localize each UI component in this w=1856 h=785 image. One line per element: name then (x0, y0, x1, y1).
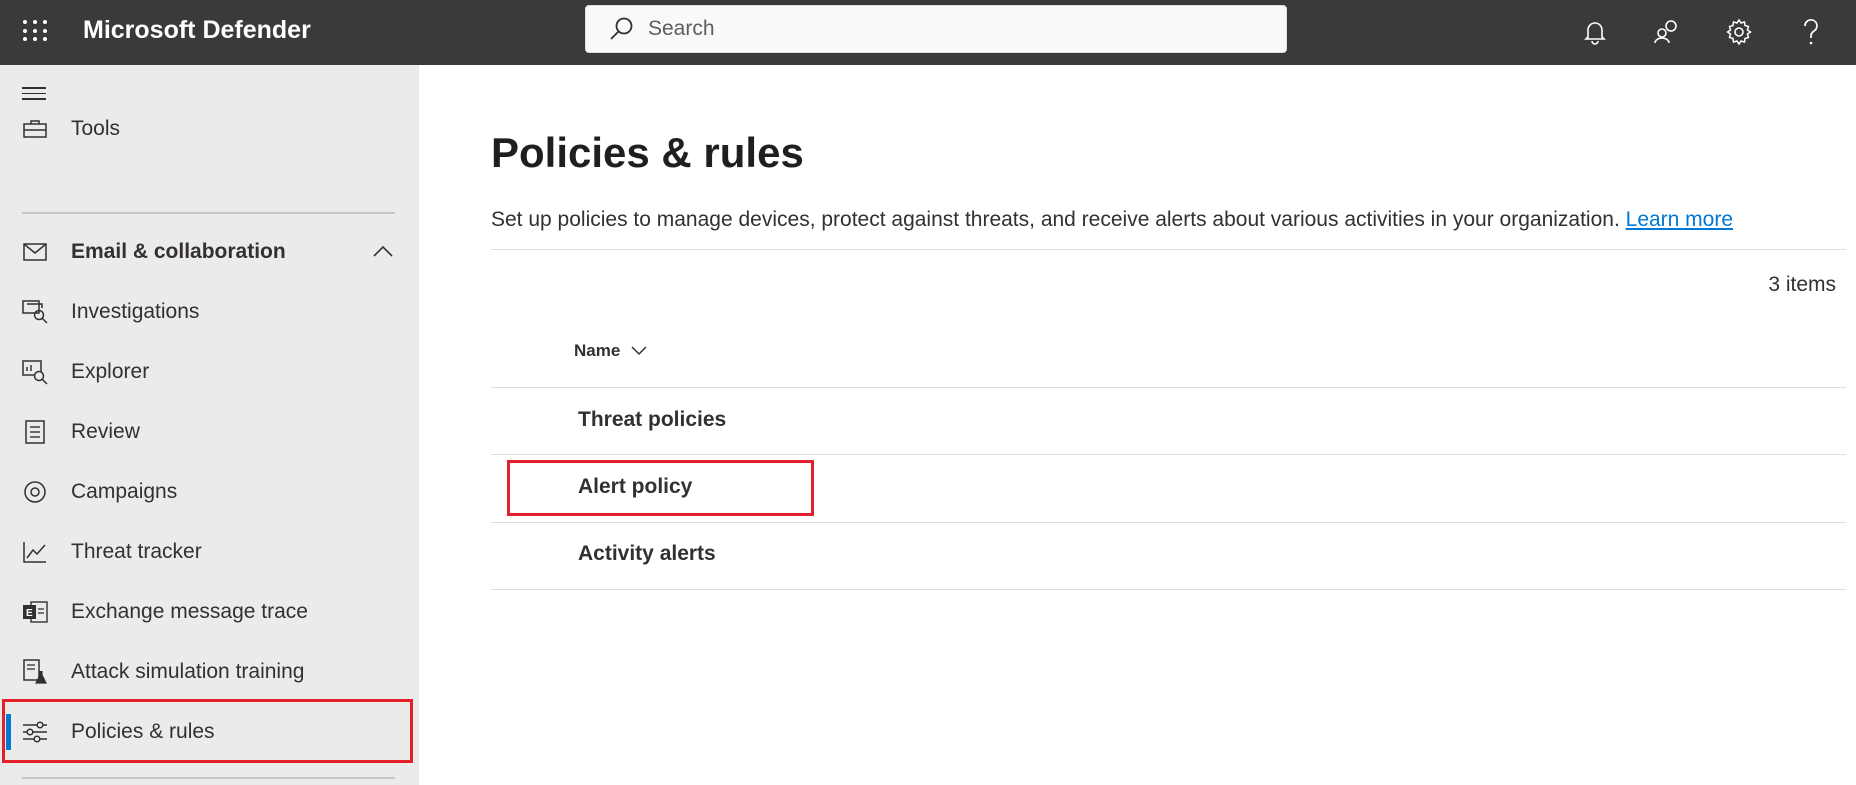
table-row[interactable]: Activity alerts (491, 522, 1846, 589)
learn-more-link[interactable]: Learn more (1626, 208, 1733, 231)
sidebar-group-email-collaboration[interactable]: Email & collaboration (0, 226, 419, 278)
page-title: Policies & rules (491, 129, 804, 176)
row-divider (491, 589, 1846, 590)
sidebar-group-label: Email & collaboration (71, 240, 286, 263)
search-icon (610, 17, 633, 40)
gear-icon[interactable] (1719, 12, 1759, 52)
chevron-up-icon[interactable] (372, 244, 394, 258)
sidebar-item-label: Review (71, 420, 140, 443)
active-indicator (6, 714, 11, 750)
column-header-label: Name (574, 341, 621, 360)
sidebar-item-label: Exchange message trace (71, 600, 308, 623)
chevron-down-icon (631, 346, 647, 356)
table-row[interactable]: Alert policy (491, 455, 1846, 522)
sidebar-item-explorer[interactable]: Explorer (0, 346, 419, 398)
sidebar-item-label: Threat tracker (71, 540, 202, 563)
search-box[interactable] (585, 5, 1287, 53)
target-icon (22, 479, 48, 505)
svg-text:E: E (26, 608, 33, 619)
review-icon (22, 419, 48, 445)
item-count: 3 items (1768, 273, 1836, 296)
sidebar-item-label: Tools (71, 117, 121, 140)
toolbox-icon (22, 116, 48, 142)
investigation-icon (22, 299, 48, 325)
top-bar: Microsoft Defender (0, 0, 1856, 65)
table-row[interactable]: Threat policies (491, 388, 1846, 455)
mail-icon (22, 239, 48, 265)
app-title[interactable]: Microsoft Defender (83, 16, 311, 45)
sidebar-item-campaigns[interactable]: Campaigns (0, 466, 419, 518)
row-name[interactable]: Threat policies (578, 408, 726, 432)
divider (491, 249, 1846, 250)
explorer-icon (22, 359, 48, 385)
exchange-icon: E (22, 599, 48, 625)
column-header-name[interactable]: Name (574, 341, 648, 361)
description-text: Set up policies to manage devices, prote… (491, 208, 1620, 231)
sidebar-item-attack-simulation-training[interactable]: Attack simulation training (0, 646, 419, 698)
row-name[interactable]: Alert policy (578, 475, 692, 499)
sidebar-divider (22, 777, 395, 779)
sidebar-item-label: Explorer (71, 360, 150, 383)
people-icon[interactable] (1647, 12, 1687, 52)
sidebar-item-label: Policies & rules (71, 720, 215, 743)
main-content: Policies & rules Set up policies to mana… (419, 65, 1856, 785)
sidebar-divider (22, 212, 395, 214)
sidebar-item-threat-tracker[interactable]: Threat tracker (0, 526, 419, 578)
sidebar-item-review[interactable]: Review (0, 406, 419, 458)
simulation-icon (22, 659, 48, 685)
sidebar-item-label: Investigations (71, 300, 200, 323)
sidebar-item-investigations[interactable]: Investigations (0, 286, 419, 338)
page-description: Set up policies to manage devices, prote… (491, 208, 1733, 232)
app-launcher-icon[interactable] (21, 18, 47, 44)
chart-icon (22, 539, 48, 565)
sidebar: Tools Email & collaboration Investigatio… (0, 65, 419, 785)
sidebar-item-tools[interactable]: Tools (0, 103, 419, 155)
sidebar-item-policies-rules[interactable]: Policies & rules (0, 706, 419, 758)
bell-icon[interactable] (1575, 12, 1615, 52)
sidebar-item-label: Campaigns (71, 480, 178, 503)
help-icon[interactable] (1791, 12, 1831, 52)
sliders-icon (22, 719, 48, 745)
sidebar-item-exchange-message-trace[interactable]: E Exchange message trace (0, 586, 419, 638)
sidebar-item-label: Attack simulation training (71, 660, 305, 683)
search-input[interactable] (648, 17, 1248, 41)
row-name[interactable]: Activity alerts (578, 542, 716, 566)
